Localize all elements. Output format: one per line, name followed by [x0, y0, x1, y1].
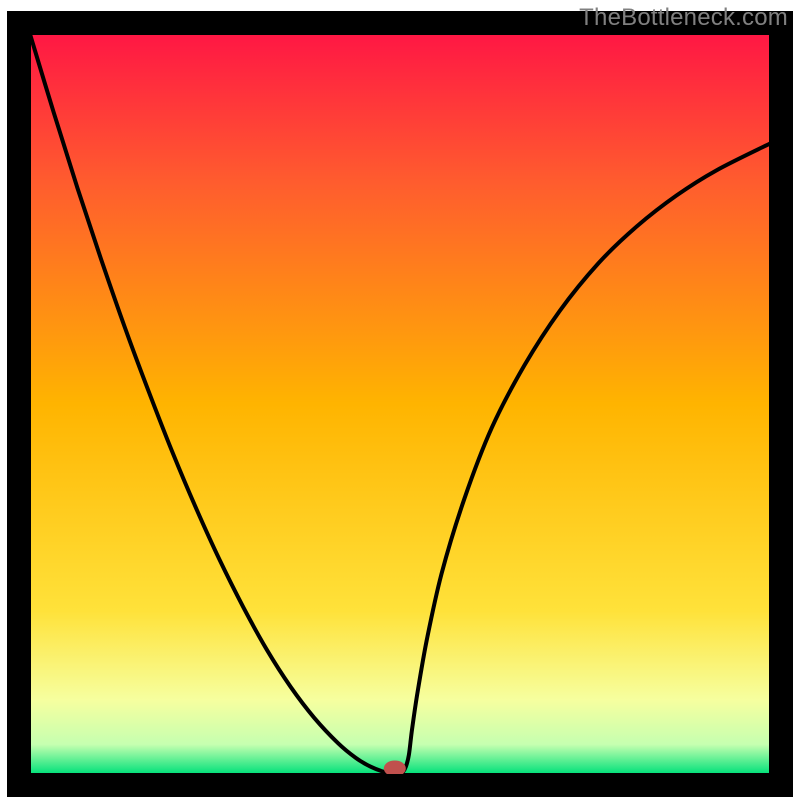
plot-background — [30, 34, 770, 774]
watermark-text: TheBottleneck.com — [579, 4, 788, 32]
chart-stage: TheBottleneck.com — [0, 0, 800, 800]
bottleneck-plot — [0, 0, 800, 800]
